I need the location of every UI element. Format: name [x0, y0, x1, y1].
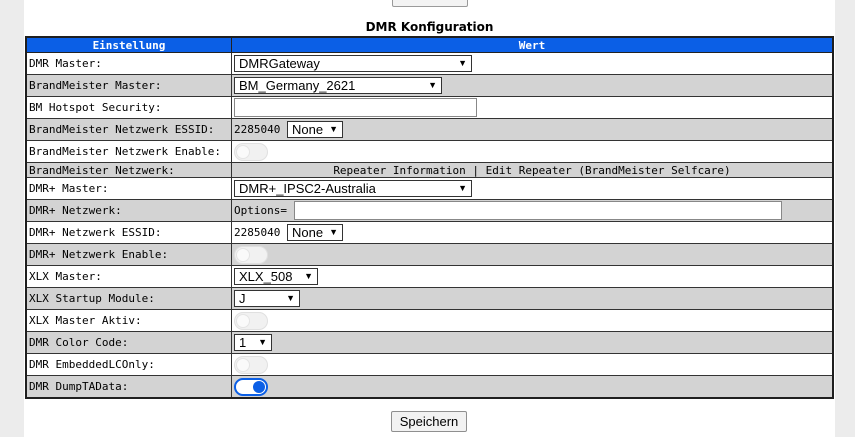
row-xlx-master-active: XLX Master Aktiv:: [25, 309, 834, 332]
bm-essid-prefix: 2285040: [234, 123, 281, 136]
chevron-down-icon: ▼: [458, 183, 467, 193]
bm-essid-select[interactable]: None ▼: [286, 121, 343, 138]
dmr-master-value: DMRGateway: [239, 56, 320, 71]
dmrplus-enable-toggle[interactable]: [234, 245, 268, 264]
row-dmr-master: DMR Master: DMRGateway ▼: [25, 52, 834, 75]
xlx-master-select[interactable]: XLX_508 ▼: [234, 268, 318, 285]
dmr-dump-ta-data-toggle[interactable]: [234, 377, 268, 396]
xlx-startup-module-label: XLX Startup Module:: [25, 287, 232, 310]
repeater-information-link[interactable]: Repeater Information: [333, 164, 465, 177]
chevron-down-icon: ▼: [428, 80, 437, 90]
xlx-startup-module-value: J: [239, 291, 246, 306]
dmr-config-table: Einstellung Wert DMR Master: DMRGateway …: [25, 36, 834, 399]
dmr-embedded-lc-only-label: DMR EmbeddedLCOnly:: [25, 353, 232, 376]
toggle-knob: [236, 313, 250, 328]
page-title: DMR Konfiguration: [365, 20, 494, 34]
dmrplus-master-select[interactable]: DMR+_IPSC2-Australia ▼: [234, 180, 472, 197]
dmrplus-essid-value: None: [291, 225, 324, 240]
toggle-knob: [253, 380, 265, 393]
chevron-down-icon: ▼: [329, 124, 338, 134]
row-dmr-color-code: DMR Color Code: 1 ▼: [25, 331, 834, 354]
dmr-embedded-lc-only-toggle[interactable]: [234, 355, 268, 374]
bm-enable-label: BrandMeister Netzwerk Enable:: [25, 140, 232, 163]
row-dmrplus-enable: DMR+ Netzwerk Enable:: [25, 243, 834, 266]
row-xlx-master: XLX Master: XLX_508 ▼: [25, 265, 834, 288]
dmrplus-network-input[interactable]: [293, 201, 782, 220]
bm-network-label: BrandMeister Netzwerk:: [25, 162, 232, 178]
row-bm-enable: BrandMeister Netzwerk Enable:: [25, 140, 834, 163]
bm-essid-value: None: [291, 122, 324, 137]
row-dmrplus-essid: DMR+ Netzwerk ESSID: 2285040 None ▼: [25, 221, 834, 244]
xlx-master-value: XLX_508: [239, 269, 293, 284]
toggle-knob: [236, 144, 250, 159]
toggle-knob: [236, 357, 250, 372]
dmr-color-code-value: 1: [239, 335, 247, 350]
dmrplus-master-label: DMR+ Master:: [25, 177, 232, 200]
dmr-dump-ta-data-label: DMR DumpTAData:: [25, 375, 232, 399]
row-bm-essid: BrandMeister Netzwerk ESSID: 2285040 Non…: [25, 118, 834, 141]
table-header-row: Einstellung Wert: [25, 36, 834, 53]
bm-master-label: BrandMeister Master:: [25, 74, 232, 97]
dmr-master-select[interactable]: DMRGateway ▼: [234, 55, 472, 72]
bm-essid-label: BrandMeister Netzwerk ESSID:: [25, 118, 232, 141]
row-dmrplus-network: DMR+ Netzwerk: Options=: [25, 199, 834, 222]
dmr-color-code-select[interactable]: 1 ▼: [234, 334, 272, 351]
bm-hotspot-security-label: BM Hotspot Security:: [25, 96, 232, 119]
row-bm-master: BrandMeister Master: BM_Germany_2621 ▼: [25, 74, 834, 97]
row-dmr-dump-ta-data: DMR DumpTAData:: [25, 375, 834, 399]
dmrplus-enable-label: DMR+ Netzwerk Enable:: [25, 243, 232, 266]
bm-hotspot-security-input[interactable]: [234, 98, 477, 117]
bm-master-value: BM_Germany_2621: [239, 78, 356, 93]
page-panel: DMR Konfiguration Einstellung Wert DMR M…: [24, 0, 835, 437]
header-value: Wert: [231, 36, 834, 53]
row-bm-network: BrandMeister Netzwerk: Repeater Informat…: [25, 162, 834, 178]
dmrplus-network-label: DMR+ Netzwerk:: [25, 199, 232, 222]
save-button[interactable]: Speichern: [391, 411, 467, 432]
xlx-master-active-label: XLX Master Aktiv:: [25, 309, 232, 332]
toggle-knob: [236, 247, 250, 262]
dmr-color-code-label: DMR Color Code:: [25, 331, 232, 354]
bm-enable-toggle[interactable]: [234, 142, 268, 161]
row-bm-hotspot-security: BM Hotspot Security:: [25, 96, 834, 119]
chevron-down-icon: ▼: [329, 227, 338, 237]
bm-master-select[interactable]: BM_Germany_2621 ▼: [234, 77, 442, 94]
xlx-startup-module-select[interactable]: J ▼: [234, 290, 300, 307]
dmr-master-label: DMR Master:: [25, 52, 232, 75]
xlx-master-active-toggle[interactable]: [234, 311, 268, 330]
row-xlx-startup-module: XLX Startup Module: J ▼: [25, 287, 834, 310]
row-dmr-embedded-lc-only: DMR EmbeddedLCOnly:: [25, 353, 834, 376]
chevron-down-icon: ▼: [304, 271, 313, 281]
dmrplus-essid-label: DMR+ Netzwerk ESSID:: [25, 221, 232, 244]
chevron-down-icon: ▼: [286, 293, 295, 303]
row-dmrplus-master: DMR+ Master: DMR+_IPSC2-Australia ▼: [25, 177, 834, 200]
dmrplus-master-value: DMR+_IPSC2-Australia: [239, 181, 376, 196]
chevron-down-icon: ▼: [458, 58, 467, 68]
xlx-master-label: XLX Master:: [25, 265, 232, 288]
header-setting: Einstellung: [25, 36, 232, 53]
chevron-down-icon: ▼: [258, 337, 267, 347]
dmrplus-essid-select[interactable]: None ▼: [286, 224, 343, 241]
link-separator: |: [472, 163, 480, 177]
top-button[interactable]: [392, 0, 468, 7]
dmrplus-network-prefix: Options=: [234, 204, 287, 217]
dmrplus-essid-prefix: 2285040: [234, 226, 281, 239]
edit-repeater-link[interactable]: Edit Repeater (BrandMeister Selfcare): [486, 164, 731, 177]
